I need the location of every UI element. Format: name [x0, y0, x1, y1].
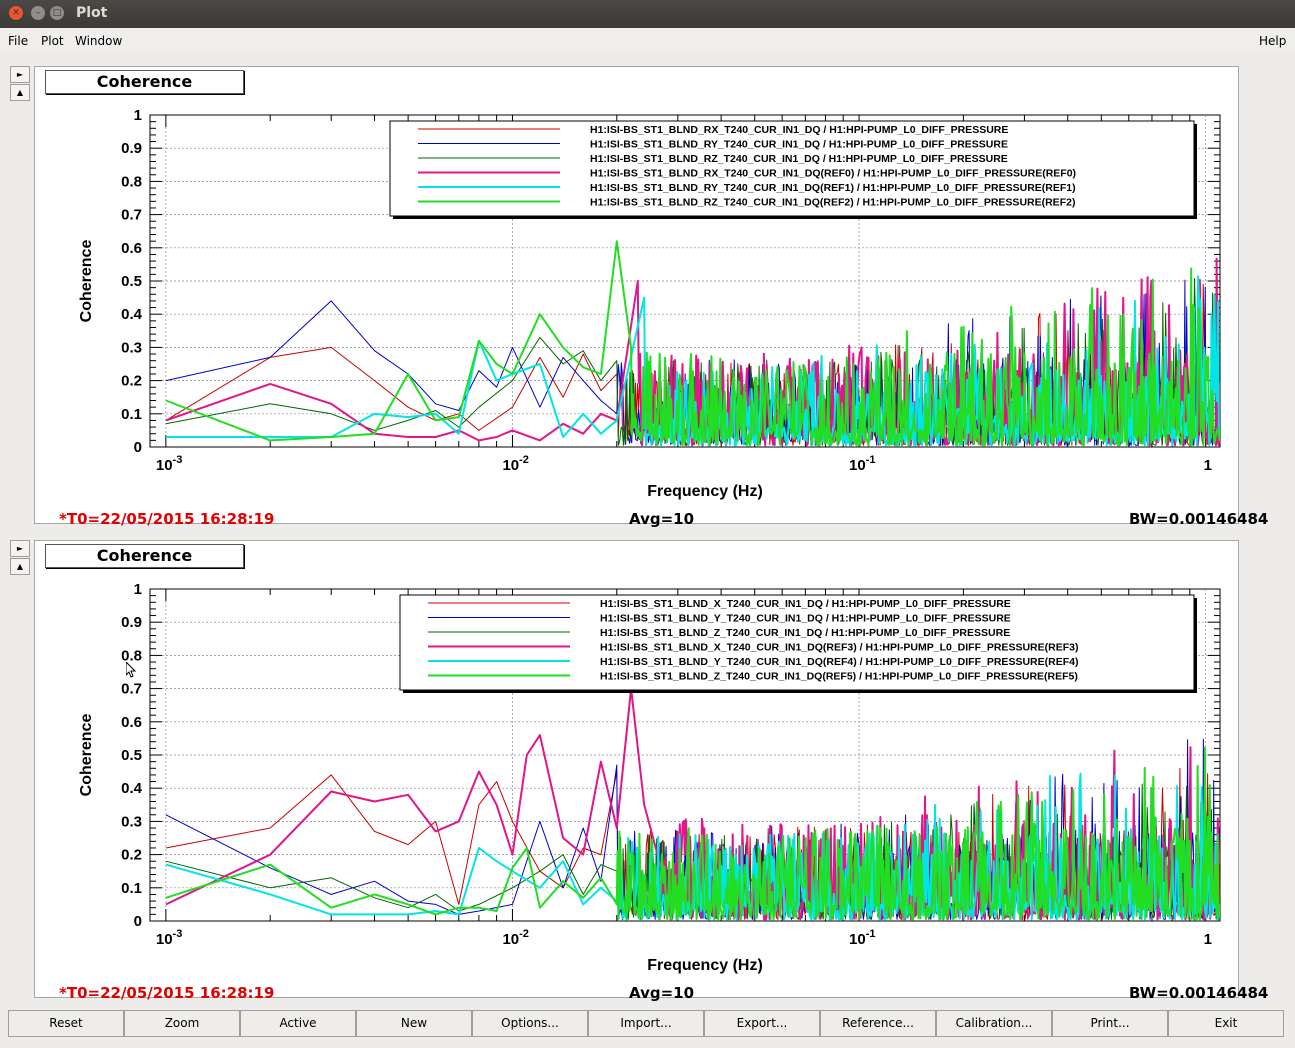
zoom-button[interactable]: Zoom — [124, 1010, 240, 1037]
menu-bar: File Plot Window Help — [0, 28, 1295, 54]
legend: H1:ISI-BS_ST1_BLND_X_T240_CUR_IN1_DQ / H… — [399, 594, 1197, 693]
y-tick-label: 0.2 — [121, 373, 142, 390]
y-tick-label: 0.1 — [121, 880, 142, 897]
x-tick-label: 10-1 — [849, 928, 875, 948]
y-axis-label: Coherence — [78, 240, 95, 323]
y-tick-label: 0.3 — [121, 339, 142, 356]
y-tick-label: 1 — [134, 107, 142, 124]
exit-button[interactable]: Exit — [1168, 1010, 1284, 1037]
average-count: Avg=10 — [629, 510, 695, 528]
close-window-button[interactable]: ✕ — [9, 6, 23, 20]
x-tick-label: 10-1 — [849, 454, 875, 474]
y-tick-label: 0.7 — [121, 681, 142, 698]
mouse-cursor-icon — [126, 662, 136, 678]
average-count: Avg=10 — [629, 984, 695, 1002]
maximize-window-button[interactable]: □ — [50, 6, 64, 20]
plot-canvas[interactable]: Coherence 0 0.1 0.2 0.3 0.4 0.5 0.6 0.7 0.8 0.9 1 1… — [34, 540, 1268, 1002]
y-tick-label: 0 — [134, 439, 142, 456]
legend-entry: H1:ISI-BS_ST1_BLND_Y_T240_CUR_IN1_DQ(REF… — [600, 656, 1078, 668]
coherence-chart[interactable]: 0 0.1 0.2 0.3 0.4 0.5 0.6 0.7 0.8 0.9 1 10-3 10-2 10-… — [35, 67, 1238, 523]
plot-pane-2: ► ▲ Coherence 0 0.1 0.2 0.3 0.4 0.5 0.6 0.7 0.8 0… — [10, 532, 1285, 1002]
y-tick-label: 0 — [134, 913, 142, 930]
y-tick-label: 0.3 — [121, 813, 142, 830]
menu-plot[interactable]: Plot — [41, 34, 64, 48]
t0-timestamp: *T0=22/05/2015 16:28:19 — [59, 984, 275, 1002]
y-axis-label: Coherence — [78, 714, 95, 797]
y-tick-label: 0.5 — [121, 747, 142, 764]
new-button[interactable]: New — [356, 1010, 472, 1037]
export-button[interactable]: Export... — [704, 1010, 820, 1037]
reference-button[interactable]: Reference... — [820, 1010, 936, 1037]
minimize-window-button[interactable]: – — [31, 6, 45, 20]
pane-expand-button[interactable]: ► — [10, 66, 30, 83]
legend-entry: H1:ISI-BS_ST1_BLND_Z_T240_CUR_IN1_DQ / H… — [600, 627, 1010, 639]
bandwidth-value: BW=0.00146484 — [1129, 510, 1269, 528]
legend-entry: H1:ISI-BS_ST1_BLND_Y_T240_CUR_IN1_DQ / H… — [600, 613, 1011, 625]
print-button[interactable]: Print... — [1052, 1010, 1168, 1037]
legend-entry: H1:ISI-BS_ST1_BLND_RX_T240_CUR_IN1_DQ(RE… — [590, 168, 1076, 180]
pane-collapse-button[interactable]: ▲ — [10, 558, 30, 575]
footer-toolbar: Reset Zoom Active New Options... Import... Exp… — [8, 1010, 1285, 1037]
window-title: Plot — [76, 5, 108, 21]
y-tick-label: 1 — [134, 581, 142, 598]
y-tick-label: 0.2 — [121, 847, 142, 864]
coherence-chart[interactable]: 00.10.20.30.40.50.60.70.80.9110-3 10-2 10-… — [35, 541, 1238, 997]
legend-entry: H1:ISI-BS_ST1_BLND_X_T240_CUR_IN1_DQ(REF… — [600, 642, 1078, 654]
legend-entry: H1:ISI-BS_ST1_BLND_RZ_T240_CUR_IN1_DQ(RE… — [590, 197, 1075, 209]
y-tick-label: 0.9 — [121, 140, 142, 157]
t0-timestamp: *T0=22/05/2015 16:28:19 — [59, 510, 275, 528]
x-tick-label: 1 — [1204, 931, 1212, 948]
x-tick-label: 10-3 — [156, 454, 182, 474]
active-button[interactable]: Active — [240, 1010, 356, 1037]
y-tick-label: 0.1 — [121, 406, 142, 423]
title-bar: ✕ – □ Plot — [0, 0, 1295, 28]
plot-canvas[interactable]: Coherence 0 0.1 0.2 0.3 0.4 0.5 0.6 0.7 0.8 0.9 1 1… — [34, 66, 1268, 528]
legend-entry: H1:ISI-BS_ST1_BLND_RY_T240_CUR_IN1_DQ(RE… — [590, 182, 1076, 194]
legend-entry: H1:ISI-BS_ST1_BLND_RZ_T240_CUR_IN1_DQ / … — [590, 153, 1008, 165]
y-tick-label: 0.6 — [121, 240, 142, 257]
y-tick-label: 0.6 — [121, 714, 142, 731]
y-tick-label: 0.4 — [121, 780, 143, 797]
menu-window[interactable]: Window — [75, 34, 122, 48]
x-tick-label: 10-2 — [502, 928, 528, 948]
y-tick-label: 0.7 — [121, 207, 142, 224]
plot-pane-1: ► ▲ Coherence 0 0.1 0.2 0.3 0.4 0.5 0.6 0.7 0.8 0… — [10, 58, 1285, 528]
x-tick-label: 10-3 — [156, 928, 182, 948]
x-tick-label: 1 — [1204, 457, 1212, 474]
menu-file[interactable]: File — [8, 34, 28, 48]
import-button[interactable]: Import... — [588, 1010, 704, 1037]
menu-help[interactable]: Help — [1259, 34, 1286, 48]
bandwidth-value: BW=0.00146484 — [1129, 984, 1269, 1002]
legend-entry: H1:ISI-BS_ST1_BLND_Z_T240_CUR_IN1_DQ(REF… — [600, 671, 1078, 683]
options-button[interactable]: Options... — [472, 1010, 588, 1037]
reset-button[interactable]: Reset — [8, 1010, 124, 1037]
calibration-button[interactable]: Calibration... — [936, 1010, 1052, 1037]
legend-entry: H1:ISI-BS_ST1_BLND_RY_T240_CUR_IN1_DQ / … — [590, 139, 1008, 151]
legend-entry: H1:ISI-BS_ST1_BLND_X_T240_CUR_IN1_DQ / H… — [600, 598, 1011, 610]
pane-collapse-button[interactable]: ▲ — [10, 84, 30, 101]
legend: H1:ISI-BS_ST1_BLND_RX_T240_CUR_IN1_DQ / … — [389, 120, 1197, 219]
legend-entry: H1:ISI-BS_ST1_BLND_RX_T240_CUR_IN1_DQ / … — [590, 124, 1008, 136]
x-axis-label: Frequency (Hz) — [647, 483, 763, 500]
x-axis-label: Frequency (Hz) — [647, 957, 763, 974]
y-tick-label: 0.4 — [121, 306, 143, 323]
y-tick-label: 0.5 — [121, 273, 142, 290]
pane-expand-button[interactable]: ► — [10, 540, 30, 557]
y-tick-label: 0.8 — [121, 173, 142, 190]
x-tick-label: 10-2 — [502, 454, 528, 474]
y-tick-label: 0.9 — [121, 614, 142, 631]
